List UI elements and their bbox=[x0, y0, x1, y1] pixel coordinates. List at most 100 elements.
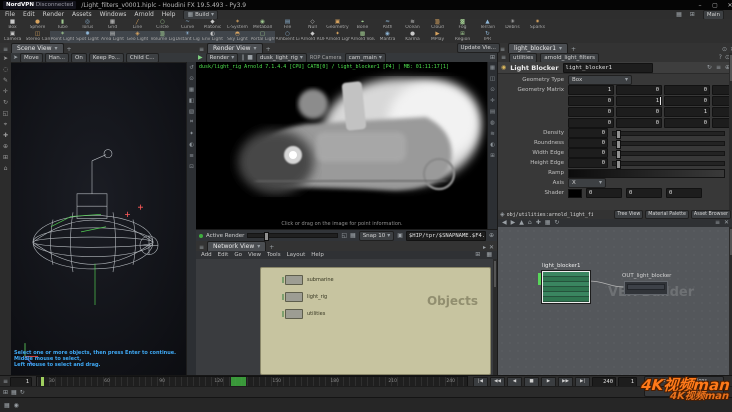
network-menu-item[interactable]: View bbox=[248, 252, 261, 258]
ocean-tool[interactable]: ≋ Ocean bbox=[400, 19, 425, 31]
matrix-cell[interactable]: 0 bbox=[664, 118, 710, 128]
node-body[interactable] bbox=[282, 309, 303, 319]
sphere-tool[interactable]: ● Sphere bbox=[25, 19, 50, 31]
on-toggle-chip[interactable]: On bbox=[71, 52, 87, 63]
node-body[interactable] bbox=[282, 292, 303, 302]
snapshot-camera-icon[interactable]: ▣ bbox=[397, 232, 403, 239]
axis-select[interactable]: X ▾ bbox=[568, 178, 606, 188]
message-log-icon[interactable]: ▦ bbox=[4, 402, 10, 409]
stereo-camera-tool[interactable]: ◫ Stereo Cam bbox=[25, 31, 50, 43]
desktop-selector[interactable]: ▦ Build ▾ bbox=[183, 9, 218, 20]
matrix-cell[interactable]: 0 bbox=[616, 107, 662, 117]
playbar-options-icon[interactable]: ≡ bbox=[3, 378, 8, 385]
grid-toggle-icon[interactable]: ▦ bbox=[189, 84, 194, 95]
network-menu-item[interactable]: Go bbox=[234, 252, 242, 258]
forward-icon[interactable]: ▶ bbox=[511, 220, 516, 226]
tool-icon[interactable]: ➤ bbox=[13, 54, 18, 61]
lasso-select-icon[interactable]: ◌ bbox=[3, 64, 8, 75]
handles-chip[interactable]: Han... bbox=[44, 52, 70, 63]
slider-handle[interactable] bbox=[616, 159, 621, 169]
histogram-icon[interactable]: ≋ bbox=[490, 128, 495, 139]
mplay-tool[interactable]: ▶ MPlay bbox=[425, 31, 450, 43]
rotate-icon[interactable]: ↻ bbox=[3, 97, 8, 108]
sky-light-tool[interactable]: ◓ Sky Light bbox=[225, 31, 250, 43]
ipr-tool[interactable]: ↻ IPR bbox=[475, 31, 500, 43]
portal-light-tool[interactable]: ▢ Portal Light bbox=[250, 31, 275, 43]
network-menu-item[interactable]: Tools bbox=[267, 252, 281, 258]
render-button[interactable]: Render ▾ bbox=[205, 52, 239, 63]
geometry-tool[interactable]: ▣ Geometry bbox=[325, 19, 350, 31]
snapshot-menu[interactable]: Snap 10 ▾ bbox=[358, 230, 395, 241]
slider-handle[interactable] bbox=[616, 139, 621, 149]
render-history-slider[interactable] bbox=[247, 232, 339, 241]
realtime-toggle-icon[interactable]: ↻ bbox=[20, 389, 25, 396]
display-options-icon[interactable]: ≡ bbox=[189, 150, 194, 161]
param-slider[interactable] bbox=[612, 149, 725, 159]
param-value-field[interactable]: 0 bbox=[568, 148, 608, 158]
camera-tool[interactable]: ▣ Camera bbox=[0, 31, 25, 43]
path-tool[interactable]: ≈ Path bbox=[375, 19, 400, 31]
handle-icon[interactable]: ✚ bbox=[3, 130, 8, 141]
shader-field-r[interactable]: 0 bbox=[586, 188, 622, 198]
metaball-tool[interactable]: ◉ Metaball bbox=[250, 19, 275, 31]
menu-item[interactable]: Edit bbox=[23, 11, 35, 18]
vex-network-canvas[interactable]: VEX Builder light_blocker1 OUT_light_blo… bbox=[498, 227, 732, 375]
circle-tool[interactable]: ○ Circle bbox=[150, 19, 175, 31]
brush-select-icon[interactable]: ✎ bbox=[3, 75, 8, 86]
select-icon[interactable]: ➤ bbox=[3, 53, 8, 64]
render-region-icon[interactable]: ▤ bbox=[490, 106, 495, 117]
sparks-tool[interactable]: ✷ Sparks bbox=[525, 19, 550, 31]
crosshair-icon[interactable]: ✛ bbox=[490, 95, 495, 106]
volume-light-tool[interactable]: ▒ Volume Light bbox=[150, 31, 175, 43]
tube-tool[interactable]: ▮ Tube bbox=[50, 19, 75, 31]
node-name-field[interactable]: light_blocker1 bbox=[562, 62, 653, 73]
lsystem-tool[interactable]: ✶ L-System bbox=[225, 19, 250, 31]
obj-network-canvas[interactable]: submarine light_rig utilities Objects bbox=[196, 259, 497, 375]
update-view-chip[interactable]: Update Vie... bbox=[456, 43, 500, 53]
snapshot-path-field[interactable]: $HIP/tpr/$SNAPNAME.$F4.exr bbox=[405, 230, 486, 241]
scale-icon[interactable]: ◱ bbox=[3, 108, 9, 119]
menu-item[interactable]: Assets bbox=[72, 11, 92, 18]
out-light-blocker-node[interactable] bbox=[624, 281, 668, 295]
menu-item[interactable]: File bbox=[5, 11, 15, 18]
arnold-rop-tool[interactable]: ◆ Arnold ROP bbox=[300, 31, 325, 43]
matrix-cell[interactable]: 0 bbox=[664, 85, 710, 95]
slider-handle[interactable] bbox=[264, 232, 270, 241]
maximize-button[interactable]: ▢ bbox=[710, 1, 720, 9]
param-value-field[interactable]: 0 bbox=[568, 138, 608, 148]
view-icon[interactable]: ⌂ bbox=[4, 163, 8, 174]
snapshot-icon[interactable]: ⊡ bbox=[189, 161, 194, 172]
wireframe-icon[interactable]: ▧ bbox=[189, 106, 194, 117]
panes-icon[interactable]: ⊞ bbox=[690, 11, 695, 18]
slider-handle[interactable] bbox=[616, 149, 621, 159]
aov-display-icon[interactable]: ▦ bbox=[490, 62, 495, 73]
home-icon[interactable]: ⌂ bbox=[528, 220, 532, 226]
audio-icon[interactable]: ▦ bbox=[11, 389, 17, 396]
add-snapshot-icon[interactable]: ⊕ bbox=[489, 232, 494, 239]
help-icon[interactable]: ? bbox=[719, 54, 722, 61]
expand-icon[interactable]: ◱ bbox=[341, 232, 347, 239]
matrix-cell[interactable]: 0 bbox=[616, 85, 662, 95]
light-blocker-node[interactable] bbox=[538, 271, 590, 303]
pin-network-icon[interactable]: ◈ bbox=[500, 211, 505, 218]
exposure-icon[interactable]: ◐ bbox=[490, 139, 495, 150]
camera-selector[interactable]: cam_main ▾ bbox=[344, 52, 386, 63]
range-end-field[interactable]: 240 bbox=[592, 376, 617, 387]
viewport-canvas[interactable]: Select one or more objects, then press E… bbox=[11, 62, 187, 375]
transport-button[interactable]: |◀ bbox=[473, 376, 489, 387]
shadows-icon[interactable]: ◐ bbox=[189, 139, 194, 150]
gamma-icon[interactable]: ◍ bbox=[490, 117, 495, 128]
area-light-tool[interactable]: ▤ Area Light bbox=[100, 31, 125, 43]
network-backdrop[interactable]: submarine light_rig utilities Objects bbox=[260, 267, 491, 375]
minimize-button[interactable]: – bbox=[695, 1, 705, 9]
terrain-tool[interactable]: ▲ Terrain bbox=[475, 19, 500, 31]
reset-icon[interactable]: ↻ bbox=[707, 64, 712, 71]
back-icon[interactable]: ◀ bbox=[502, 220, 507, 226]
refresh-icon[interactable]: ↻ bbox=[554, 220, 559, 226]
presets-icon[interactable]: ≡ bbox=[716, 64, 721, 71]
tab-network-view[interactable]: Network View ▾ bbox=[207, 241, 267, 251]
layout-icon[interactable]: ▦ bbox=[676, 11, 682, 18]
slider-handle[interactable] bbox=[616, 129, 621, 139]
pause-render-icon[interactable]: ∥ bbox=[241, 54, 244, 61]
vex-pane-tab[interactable]: Tree View bbox=[614, 210, 644, 219]
